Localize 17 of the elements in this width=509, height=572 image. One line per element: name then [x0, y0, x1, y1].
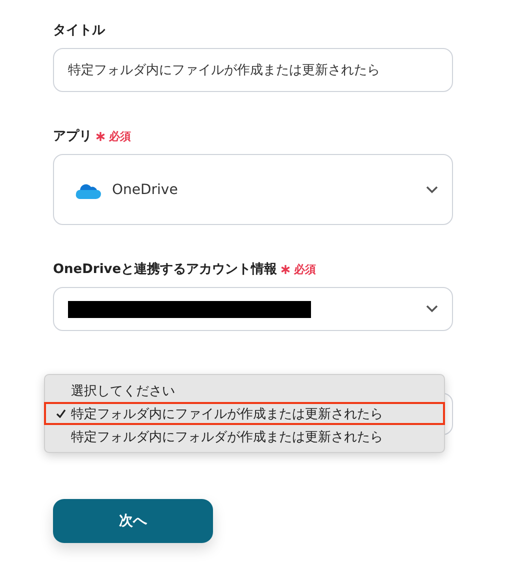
- dropdown-option[interactable]: 選択してください: [44, 379, 445, 402]
- check-icon: [56, 408, 66, 418]
- chevron-down-icon: [426, 186, 438, 194]
- field-label: OneDriveと連携するアカウント情報: [53, 260, 278, 278]
- dropdown-option[interactable]: 特定フォルダ内にフォルダが作成または更新されたら: [44, 425, 445, 448]
- field-label: アプリ: [53, 128, 92, 145]
- dropdown-option[interactable]: 特定フォルダ内にファイルが作成または更新されたら: [44, 402, 445, 425]
- title-input[interactable]: 特定フォルダ内にファイルが作成または更新されたら: [53, 48, 453, 92]
- field-label: タイトル: [53, 22, 105, 39]
- app-select[interactable]: OneDrive: [53, 154, 453, 225]
- asterisk-icon: [96, 132, 105, 140]
- required-mark: 必須: [109, 128, 131, 144]
- required-mark: 必須: [294, 262, 316, 276]
- next-button[interactable]: 次へ: [53, 499, 213, 543]
- chevron-down-icon: [426, 305, 438, 313]
- asterisk-icon: [281, 264, 290, 274]
- account-select[interactable]: [53, 287, 453, 331]
